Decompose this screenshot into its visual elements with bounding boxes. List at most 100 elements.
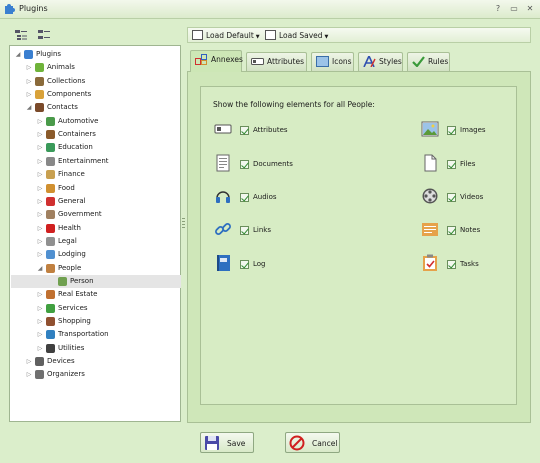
plugin-tree[interactable]: ◢ Plugins ▷ Animals ▷ Collections ▷ Components ◢…: [9, 45, 181, 422]
tasks-clipboard-icon: [423, 254, 437, 271]
film-reel-icon: [422, 188, 438, 204]
tree-item-organizers[interactable]: ▷ Organizers: [10, 368, 180, 381]
expand-arrow-icon[interactable]: ▷: [25, 61, 33, 74]
tree-item-entertainment[interactable]: ▷ Entertainment: [10, 155, 180, 168]
save-button[interactable]: Save: [200, 432, 254, 453]
collapse-arrow-icon[interactable]: ◢: [36, 262, 44, 275]
tree-item-label: Person: [70, 276, 94, 285]
expand-arrow-icon[interactable]: ▷: [36, 328, 44, 341]
expand-arrow-icon[interactable]: ▷: [36, 168, 44, 181]
expand-all-icon[interactable]: [14, 28, 28, 42]
tree-item-person[interactable]: Person: [11, 274, 181, 288]
tree-item-government[interactable]: ▷ Government: [10, 208, 180, 221]
tree-item-components[interactable]: ▷ Components: [10, 88, 180, 101]
cancel-button[interactable]: Cancel: [285, 432, 340, 453]
maximize-button[interactable]: ▭: [508, 3, 520, 15]
files-checkbox[interactable]: [447, 160, 456, 169]
tab-rules[interactable]: Rules: [407, 52, 450, 71]
expand-arrow-icon[interactable]: ▷: [36, 141, 44, 154]
help-button[interactable]: ?: [492, 3, 504, 15]
tree-item-services[interactable]: ▷ Services: [10, 302, 180, 315]
tree-item-animals[interactable]: ▷ Animals: [10, 61, 180, 74]
health-icon: [46, 223, 55, 233]
links-checkbox[interactable]: [240, 226, 249, 235]
collapse-arrow-icon[interactable]: ◢: [25, 101, 33, 114]
chevron-down-icon: ▼: [255, 34, 260, 40]
window-title: Plugins: [19, 4, 48, 13]
tab-icons[interactable]: Icons: [311, 52, 354, 71]
expand-arrow-icon[interactable]: ▷: [36, 315, 44, 328]
log-checkbox[interactable]: [240, 260, 249, 269]
tab-attributes[interactable]: Attributes: [246, 52, 307, 71]
close-button[interactable]: ✕: [524, 3, 536, 15]
load-default-button[interactable]: Load Default ▼: [191, 29, 260, 42]
expand-arrow-icon[interactable]: ▷: [36, 208, 44, 221]
expand-arrow-icon[interactable]: ▷: [36, 288, 44, 301]
tree-item-legal[interactable]: ▷ Legal: [10, 235, 180, 248]
floppy-disk-icon: [205, 436, 219, 450]
finance-icon: [46, 170, 55, 180]
tab-attributes-label: Attributes: [267, 57, 305, 66]
organizers-icon: [35, 370, 44, 380]
tree-item-label: Organizers: [47, 370, 85, 379]
audios-label: Audios: [253, 193, 277, 201]
tree-item-people[interactable]: ◢ People: [10, 262, 180, 275]
videos-label: Videos: [460, 193, 484, 201]
tree-item-transportation[interactable]: ▷ Transportation: [10, 328, 180, 341]
images-label: Images: [460, 126, 486, 134]
education-icon: [46, 143, 55, 153]
components-icon: [35, 90, 44, 100]
images-checkbox[interactable]: [447, 126, 456, 135]
tree-item-health[interactable]: ▷ Health: [10, 222, 180, 235]
tree-item-plugins[interactable]: ◢ Plugins: [10, 48, 180, 61]
expand-arrow-icon[interactable]: ▷: [36, 155, 44, 168]
tree-item-shopping[interactable]: ▷ Shopping: [10, 315, 180, 328]
expand-arrow-icon[interactable]: ▷: [36, 248, 44, 261]
expand-arrow-icon[interactable]: ▷: [25, 368, 33, 381]
tab-annexes[interactable]: Annexes: [190, 50, 243, 72]
collapse-arrow-icon[interactable]: ◢: [14, 48, 22, 61]
tree-item-real-estate[interactable]: ▷ Real Estate: [10, 288, 180, 301]
expand-arrow-icon[interactable]: ▷: [36, 342, 44, 355]
tab-styles[interactable]: Styles: [358, 52, 403, 71]
notes-checkbox[interactable]: [447, 226, 456, 235]
tree-item-contacts[interactable]: ◢ Contacts: [10, 101, 180, 114]
tree-item-devices[interactable]: ▷ Devices: [10, 355, 180, 368]
tree-item-food[interactable]: ▷ Food: [10, 182, 180, 195]
tree-item-label: People: [58, 263, 82, 272]
puzzle-icon: [24, 50, 33, 59]
expand-arrow-icon[interactable]: ▷: [25, 355, 33, 368]
expand-arrow-icon[interactable]: ▷: [36, 128, 44, 141]
expand-arrow-icon[interactable]: ▷: [36, 182, 44, 195]
expand-arrow-icon[interactable]: ▷: [36, 195, 44, 208]
tree-item-containers[interactable]: ▷ Containers: [10, 128, 180, 141]
expand-arrow-icon[interactable]: ▷: [36, 302, 44, 315]
audios-checkbox[interactable]: [240, 193, 249, 202]
tree-item-label: Animals: [47, 63, 75, 72]
expand-arrow-icon[interactable]: ▷: [36, 222, 44, 235]
expand-arrow-icon[interactable]: ▷: [25, 75, 33, 88]
collapse-all-icon[interactable]: [37, 28, 51, 42]
expand-arrow-icon[interactable]: ▷: [36, 115, 44, 128]
attributes-checkbox[interactable]: [240, 126, 249, 135]
splitter-handle[interactable]: [182, 218, 185, 228]
chevron-down-icon: ▼: [324, 34, 329, 40]
tab-icons-label: Icons: [332, 57, 352, 66]
tree-item-collections[interactable]: ▷ Collections: [10, 75, 180, 88]
tree-item-finance[interactable]: ▷ Finance: [10, 168, 180, 181]
videos-checkbox[interactable]: [447, 193, 456, 202]
expand-arrow-icon[interactable]: ▷: [36, 235, 44, 248]
tree-item-automotive[interactable]: ▷ Automotive: [10, 115, 180, 128]
tree-item-education[interactable]: ▷ Education: [10, 141, 180, 154]
tree-item-label: Shopping: [58, 317, 91, 325]
tree-item-lodging[interactable]: ▷ Lodging: [10, 248, 180, 261]
tasks-checkbox[interactable]: [447, 260, 456, 269]
load-saved-button[interactable]: Load Saved ▼: [264, 29, 328, 42]
tree-item-label: Plugins: [36, 50, 62, 58]
tree-item-utilities[interactable]: ▷ Utilities: [10, 342, 180, 355]
tree-item-general[interactable]: ▷ General: [10, 195, 180, 208]
log-book-icon: [217, 255, 230, 271]
tree-item-label: Legal: [58, 236, 77, 245]
documents-checkbox[interactable]: [240, 160, 249, 169]
expand-arrow-icon[interactable]: ▷: [25, 88, 33, 101]
